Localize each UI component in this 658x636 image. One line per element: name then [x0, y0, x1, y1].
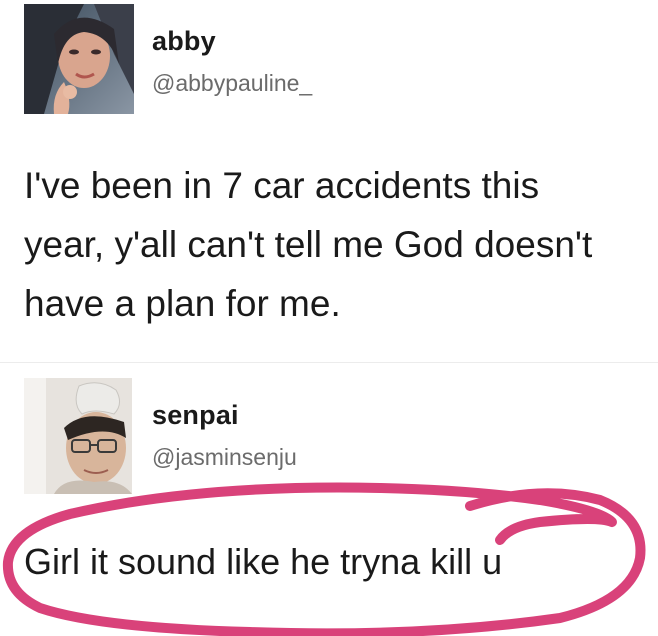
tweet-senpai: senpai @jasminsenju Girl it sound like h…	[0, 370, 658, 636]
display-name[interactable]: senpai	[152, 400, 239, 431]
tweet-text-line: I've been in 7 car accidents this	[24, 165, 540, 206]
avatar-photo-icon	[24, 378, 132, 494]
divider	[0, 362, 658, 363]
avatar-photo-icon	[24, 4, 134, 114]
tweet-text-line: year, y'all can't tell me God doesn't	[24, 224, 593, 265]
tweet-text: Girl it sound like he tryna kill u	[24, 540, 644, 584]
display-name[interactable]: abby	[152, 26, 216, 57]
tweet-text-line: Girl it sound like he tryna kill u	[24, 541, 503, 582]
tweet-text: I've been in 7 car accidents this year, …	[24, 156, 644, 333]
avatar[interactable]	[24, 4, 134, 114]
tweet-abby: abby @abbypauline_ I've been in 7 car ac…	[0, 0, 658, 360]
user-handle[interactable]: @abbypauline_	[152, 70, 312, 97]
avatar[interactable]	[24, 378, 132, 494]
tweet-text-line: have a plan for me.	[24, 283, 341, 324]
user-handle[interactable]: @jasminsenju	[152, 444, 297, 471]
